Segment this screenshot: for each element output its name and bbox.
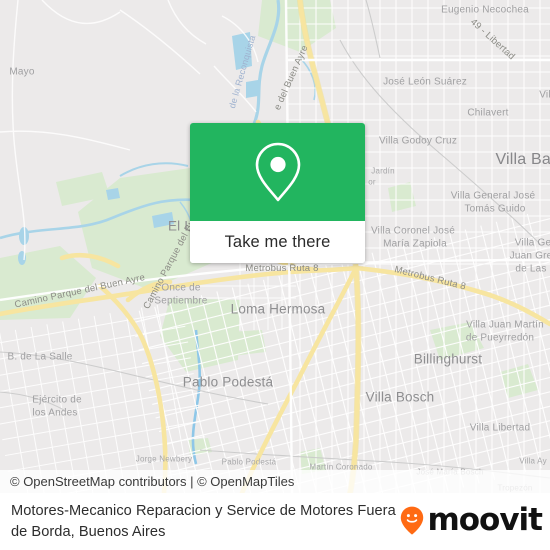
page-title: Motores-Mecanico Reparacion y Service de… bbox=[11, 503, 396, 540]
moovit-wordmark: moovit bbox=[427, 502, 543, 538]
location-popup-card[interactable]: Take me there bbox=[190, 123, 365, 263]
page-footer: Motores-Mecanico Reparacion y Service de… bbox=[0, 493, 550, 550]
popup-pin-area bbox=[190, 123, 365, 221]
moovit-map-screen: Mayo Eugenio Necochea 49 - Libertad José Le… bbox=[0, 0, 550, 550]
moovit-logo[interactable]: moovit bbox=[400, 502, 543, 538]
take-me-there-label: Take me there bbox=[224, 232, 331, 251]
map-attribution[interactable]: © OpenStreetMap contributors | © OpenMap… bbox=[0, 470, 550, 493]
take-me-there-button[interactable]: Take me there bbox=[190, 221, 365, 263]
moovit-smiley-pin-icon bbox=[401, 506, 424, 535]
map-pin-icon bbox=[255, 142, 300, 202]
map-canvas[interactable]: Mayo Eugenio Necochea 49 - Libertad José Le… bbox=[0, 0, 550, 493]
attribution-text: © OpenStreetMap contributors | © OpenMap… bbox=[10, 474, 295, 489]
